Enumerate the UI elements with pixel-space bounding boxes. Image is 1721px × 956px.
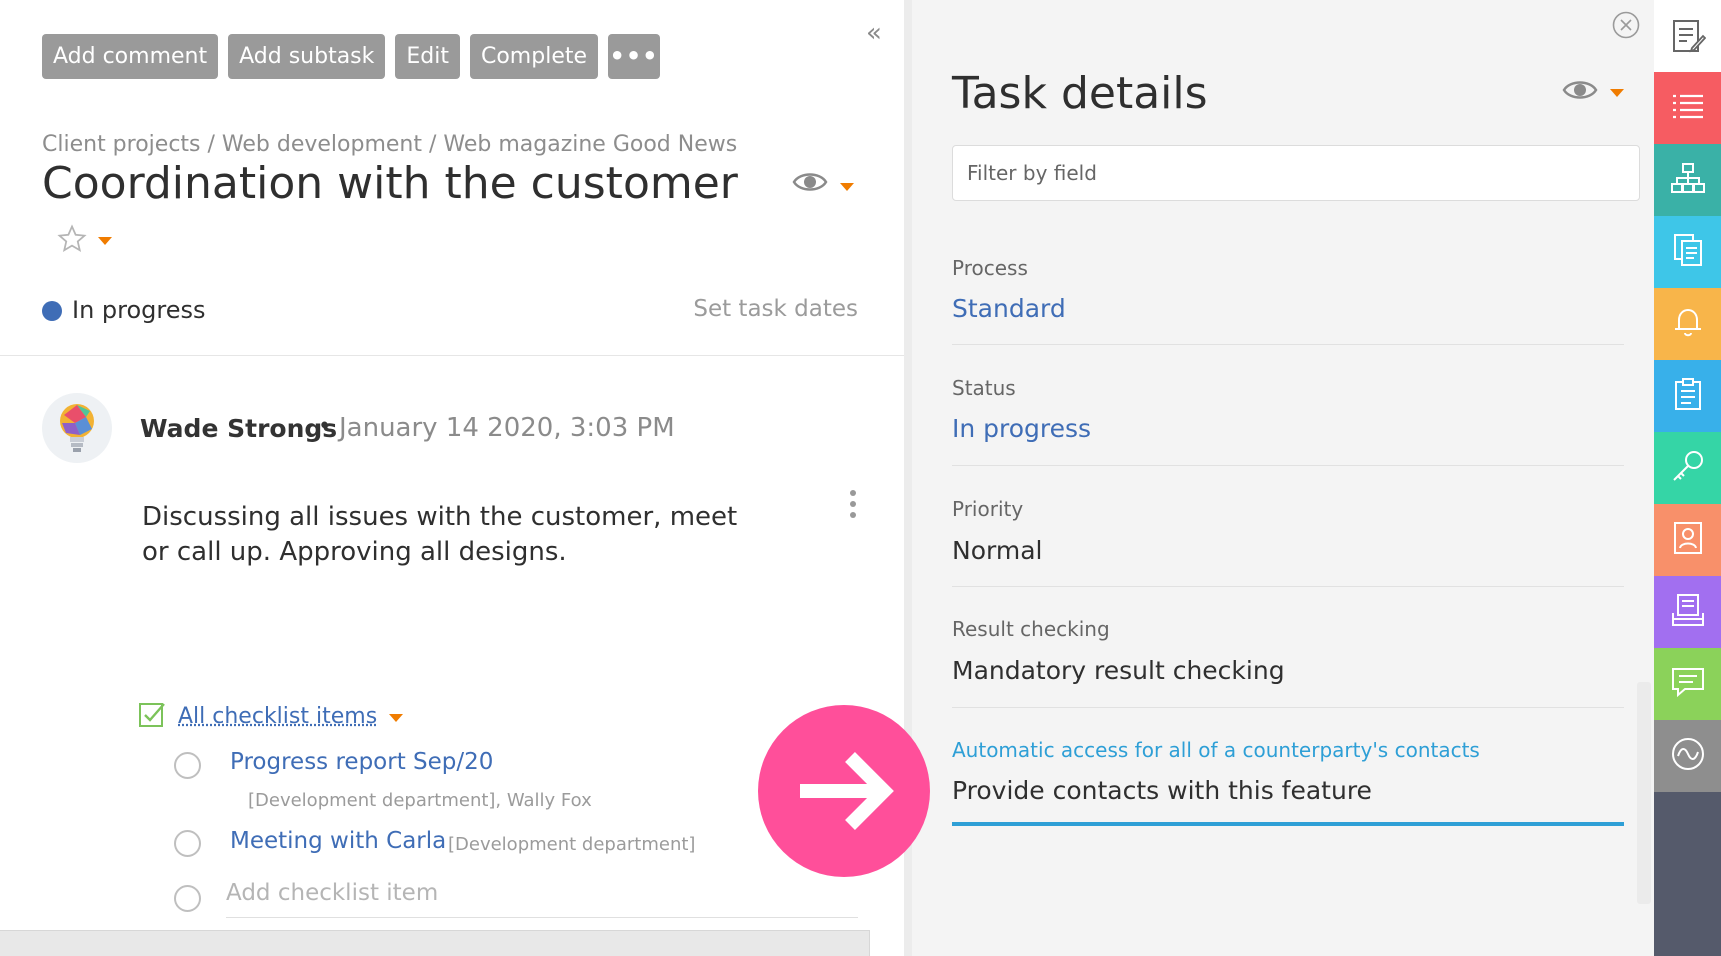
rail-header — [1654, 0, 1721, 72]
contact-card-icon — [1672, 521, 1704, 559]
rail-contacts[interactable] — [1654, 504, 1721, 576]
org-chart-icon — [1670, 162, 1705, 198]
watch-eye-icon[interactable] — [792, 170, 828, 198]
avatar[interactable] — [42, 393, 112, 463]
field-separator — [952, 465, 1624, 466]
details-title: Task details — [952, 68, 1208, 119]
task-status[interactable]: In progress — [72, 296, 206, 324]
documents-icon — [1673, 233, 1703, 271]
checklist-item-checkbox[interactable] — [174, 830, 201, 857]
set-task-dates-link[interactable]: Set task dates — [693, 296, 858, 322]
collapse-panel-icon[interactable]: « — [866, 18, 882, 48]
details-eye-icon[interactable] — [1562, 78, 1598, 106]
field-value-result-checking[interactable]: Mandatory result checking — [952, 656, 1285, 685]
checklist-dropdown-caret-icon[interactable] — [389, 714, 404, 722]
comment-menu-icon[interactable] — [850, 490, 856, 523]
field-value-counterparty-access[interactable]: Provide contacts with this feature — [952, 776, 1372, 805]
horizontal-scrollbar[interactable] — [0, 930, 870, 956]
edit-button[interactable]: Edit — [395, 34, 460, 79]
right-app-rail — [1654, 0, 1721, 956]
checklist-header: All checklist items — [138, 700, 404, 732]
rail-org-structure[interactable] — [1654, 144, 1721, 216]
field-value-priority[interactable]: Normal — [952, 536, 1042, 565]
add-subtask-button[interactable]: Add subtask — [228, 34, 386, 79]
task-details-panel: Task details Process Standard Status In … — [904, 0, 1654, 956]
rail-notifications[interactable] — [1654, 288, 1721, 360]
watch-dropdown-caret-icon[interactable] — [840, 183, 854, 191]
rail-documents[interactable] — [1654, 216, 1721, 288]
details-scrollbar[interactable] — [1637, 682, 1651, 904]
field-value-process[interactable]: Standard — [952, 294, 1066, 323]
complete-button[interactable]: Complete — [469, 34, 599, 79]
notes-edit-icon[interactable] — [1672, 18, 1707, 58]
activity-icon — [1671, 737, 1705, 775]
close-icon[interactable] — [1611, 10, 1641, 44]
breadcrumb[interactable]: Client projects / Web development / Web … — [42, 132, 737, 157]
rail-inbox[interactable] — [1654, 576, 1721, 648]
task-toolbar: Add comment Add subtask Edit Complete ••… — [42, 34, 661, 79]
checklist-item-meta: [Development department], Wally Fox — [248, 790, 592, 811]
field-label: Result checking — [952, 617, 1110, 641]
details-dropdown-caret-icon[interactable] — [1610, 89, 1624, 97]
key-icon — [1671, 449, 1705, 487]
comment-author[interactable]: Wade Strongs — [140, 414, 337, 443]
rail-clipboard[interactable] — [1654, 360, 1721, 432]
page-title: Coordination with the customer — [42, 158, 738, 209]
field-label: Priority — [952, 497, 1024, 521]
checklist-checkbox-icon — [138, 700, 166, 732]
field-separator — [952, 344, 1624, 345]
active-field-underline — [952, 822, 1624, 826]
star-dropdown-caret-icon[interactable] — [98, 237, 112, 245]
comment-body: Discussing all issues with the customer,… — [142, 502, 738, 567]
list-icon — [1671, 92, 1705, 124]
field-label-active: Automatic access for all of a counterpar… — [952, 738, 1480, 762]
checklist-item-checkbox[interactable] — [174, 752, 201, 779]
field-label: Process — [952, 256, 1028, 280]
divider — [0, 355, 904, 356]
rail-activity[interactable] — [1654, 720, 1721, 792]
comment-date: January 14 2020, 3:03 PM — [339, 413, 675, 443]
clipboard-icon — [1673, 377, 1703, 415]
checklist-item-meta: [Development department] — [448, 834, 696, 855]
input-underline — [226, 917, 858, 918]
checklist-add-checkbox — [174, 885, 201, 912]
more-actions-button[interactable]: ••• — [608, 34, 661, 79]
rail-tasks-list[interactable] — [1654, 72, 1721, 144]
checklist-item-title[interactable]: Progress report Sep/20 — [230, 749, 493, 775]
separator-dot: • — [318, 414, 331, 439]
arrow-right-icon — [758, 705, 930, 877]
add-checklist-item-input[interactable]: Add checklist item — [226, 880, 438, 906]
add-comment-button[interactable]: Add comment — [42, 34, 219, 79]
rail-access[interactable] — [1654, 432, 1721, 504]
chat-icon — [1671, 666, 1705, 702]
star-icon[interactable] — [57, 224, 87, 258]
field-label: Status — [952, 376, 1016, 400]
field-separator — [952, 707, 1624, 708]
field-separator — [952, 586, 1624, 587]
bell-icon — [1671, 305, 1705, 343]
inbox-icon — [1671, 593, 1705, 631]
checklist-item-title[interactable]: Meeting with Carla — [230, 828, 446, 854]
field-value-status[interactable]: In progress — [952, 414, 1091, 443]
checklist-filter-link[interactable]: All checklist items — [178, 704, 377, 729]
rail-chat[interactable] — [1654, 648, 1721, 720]
status-dot-icon — [42, 301, 62, 321]
filter-by-field-input[interactable] — [952, 145, 1640, 201]
